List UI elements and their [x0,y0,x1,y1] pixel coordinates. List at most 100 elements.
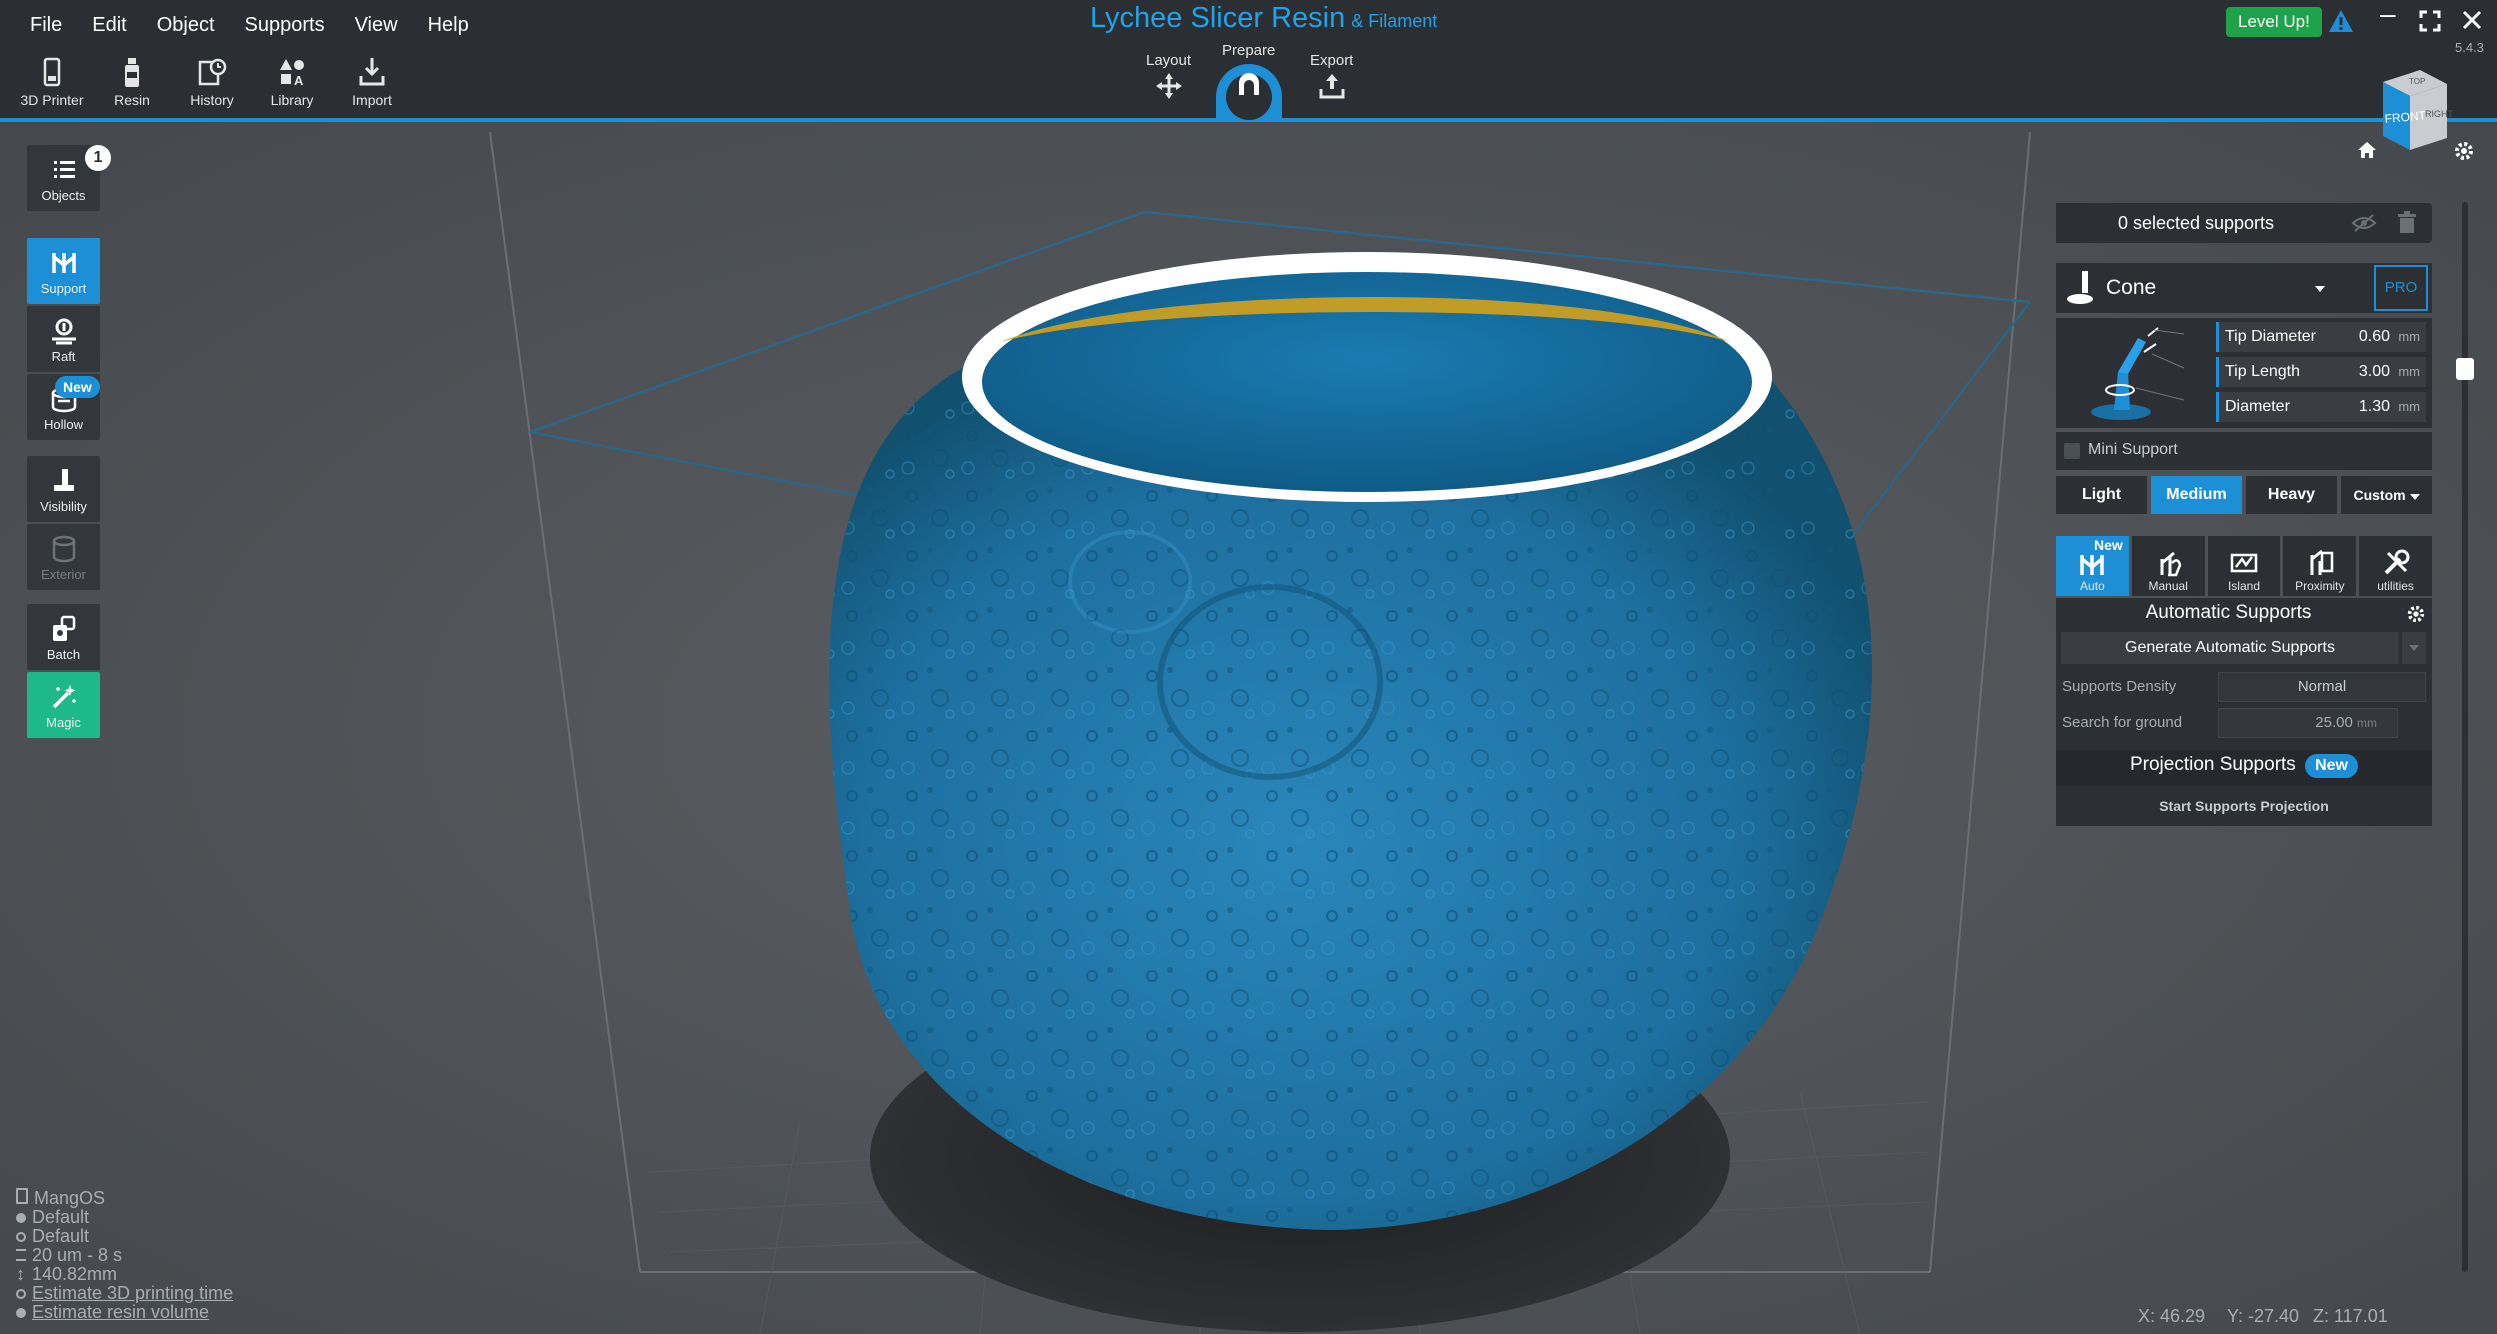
stage-prepare-label: Prepare [1222,42,1276,59]
weight-light-button[interactable]: Light [2056,476,2147,514]
info-height-icon: ↕ [16,1264,25,1284]
island-icon [2230,553,2258,573]
view-cube[interactable]: FRONT RIGHT TOP [2365,62,2455,162]
ground-label: Search for ground [2062,714,2183,731]
mode-auto-tab[interactable]: New Auto [2056,536,2129,596]
support-type-select[interactable]: Cone [2104,263,2334,313]
automatic-supports-title: Automatic Supports [2145,602,2312,623]
tip-diameter-unit: mm [2398,329,2420,344]
library-button[interactable]: A Library [252,56,332,118]
projection-title: Projection Supports [2129,754,2296,775]
mode-proximity-tab[interactable]: Proximity [2283,536,2357,596]
support-diagram-icon [2091,327,2185,420]
resin-label: Resin [114,92,150,108]
density-label: Supports Density [2062,678,2177,695]
stage-export[interactable]: Export [1310,52,1353,105]
exterior-button[interactable]: Exterior [27,524,100,590]
projection-new-badge: New [2305,754,2358,778]
info-printer[interactable]: MangOS [16,1188,105,1209]
magic-button[interactable]: Magic [27,672,100,738]
home-icon[interactable] [2356,140,2378,160]
info-printer-icon [16,1188,28,1204]
mini-support-checkbox[interactable] [2064,443,2080,459]
import-icon [359,58,385,86]
stage-prepare[interactable]: Prepare [1222,42,1275,103]
minimize-button[interactable]: – [2380,0,2396,30]
mode-manual-tab[interactable]: Manual [2131,536,2205,596]
support-button[interactable]: Support [27,238,100,304]
ground-input[interactable]: 25.00 mm [2218,708,2398,738]
generate-dropdown-button[interactable] [2402,632,2426,664]
tip-length-row[interactable]: Tip Length 3.00 mm [2216,357,2426,387]
diameter-label: Diameter [2225,398,2290,415]
diameter-row[interactable]: Diameter 1.30 mm [2216,392,2426,422]
generate-chevron-icon [2409,645,2419,651]
import-label: Import [352,92,392,108]
info-printer-text: MangOS [34,1188,106,1208]
printer-icon [43,57,61,87]
tip-diameter-value[interactable]: 0.60 [2359,322,2390,352]
pro-button[interactable]: PRO [2374,265,2428,311]
objects-label: Objects [41,187,86,203]
diameter-value[interactable]: 1.30 [2359,392,2390,422]
mode-auto-label: Auto [2080,579,2105,593]
menu-edit[interactable]: Edit [80,6,144,42]
start-projection-button[interactable]: Start Supports Projection [2056,790,2432,822]
warning-icon[interactable] [2327,8,2355,34]
visibility-button[interactable]: Visibility [27,456,100,522]
main-toolbar: 3D Printer Resin History A Library Impor… [12,56,412,118]
weight-heavy-button[interactable]: Heavy [2246,476,2337,514]
estimate-volume-link[interactable]: Estimate resin volume [32,1302,209,1322]
history-icon [198,58,227,86]
layer-slider-handle[interactable] [2456,358,2474,380]
mode-island-tab[interactable]: Island [2207,536,2281,596]
info-time[interactable]: Estimate 3D printing time [16,1283,233,1304]
weight-medium-button[interactable]: Medium [2151,476,2242,514]
stage-layout-label: Layout [1146,52,1192,69]
level-up-button[interactable]: Level Up! [2226,7,2322,37]
history-label: History [190,92,234,108]
version-label: 5.4.3 [2455,40,2484,55]
auto-settings-gear-icon[interactable] [2406,604,2426,624]
batch-button[interactable]: Batch [27,604,100,670]
stage-export-label: Export [1310,52,1354,69]
custom-chevron-icon [2409,494,2420,500]
menu-view[interactable]: View [343,6,416,42]
raft-button[interactable]: Raft [27,306,100,372]
view-cube-right: RIGHT [2425,109,2454,119]
mini-support-row: Mini Support [2056,432,2432,470]
menu-help[interactable]: Help [416,6,487,42]
density-select[interactable]: Normal [2218,672,2426,702]
generate-supports-button[interactable]: Generate Automatic Supports [2061,632,2399,664]
info-profile[interactable]: Default [16,1226,89,1247]
import-button[interactable]: Import [332,56,412,118]
resin-button[interactable]: Resin [92,56,172,118]
mode-island-label: Island [2227,579,2260,593]
info-volume[interactable]: Estimate resin volume [16,1302,209,1323]
density-value: Normal [2297,678,2347,695]
tip-diameter-row[interactable]: Tip Diameter 0.60 mm [2216,322,2426,352]
maximize-icon[interactable] [2419,10,2441,32]
mode-utilities-tab[interactable]: utilities [2359,536,2432,596]
info-resin[interactable]: Default [16,1207,89,1228]
menu-supports[interactable]: Supports [233,6,343,42]
stage-layout[interactable]: Layout [1146,52,1191,105]
app-subtitle: & Filament [1351,11,1438,31]
weight-custom-label: Custom [2353,487,2406,503]
ground-value: 25.00 [2315,714,2353,731]
gear-icon[interactable] [2453,140,2475,162]
support-type-header: Cone PRO [2056,263,2432,313]
support-weight-group: Light Medium Heavy Custom [2056,476,2432,514]
weight-custom-button[interactable]: Custom [2341,476,2432,514]
tip-length-value[interactable]: 3.00 [2359,357,2390,387]
hide-eye-icon[interactable] [2351,213,2377,233]
magic-wand-icon [52,684,76,708]
menu-object[interactable]: Object [145,6,233,42]
menu-file[interactable]: File [18,6,80,42]
close-icon[interactable] [2462,10,2482,30]
printer-button[interactable]: 3D Printer [12,56,92,118]
history-button[interactable]: History [172,56,252,118]
hollow-label: Hollow [43,416,83,432]
trash-icon[interactable] [2396,211,2418,235]
estimate-time-link[interactable]: Estimate 3D printing time [32,1283,233,1303]
